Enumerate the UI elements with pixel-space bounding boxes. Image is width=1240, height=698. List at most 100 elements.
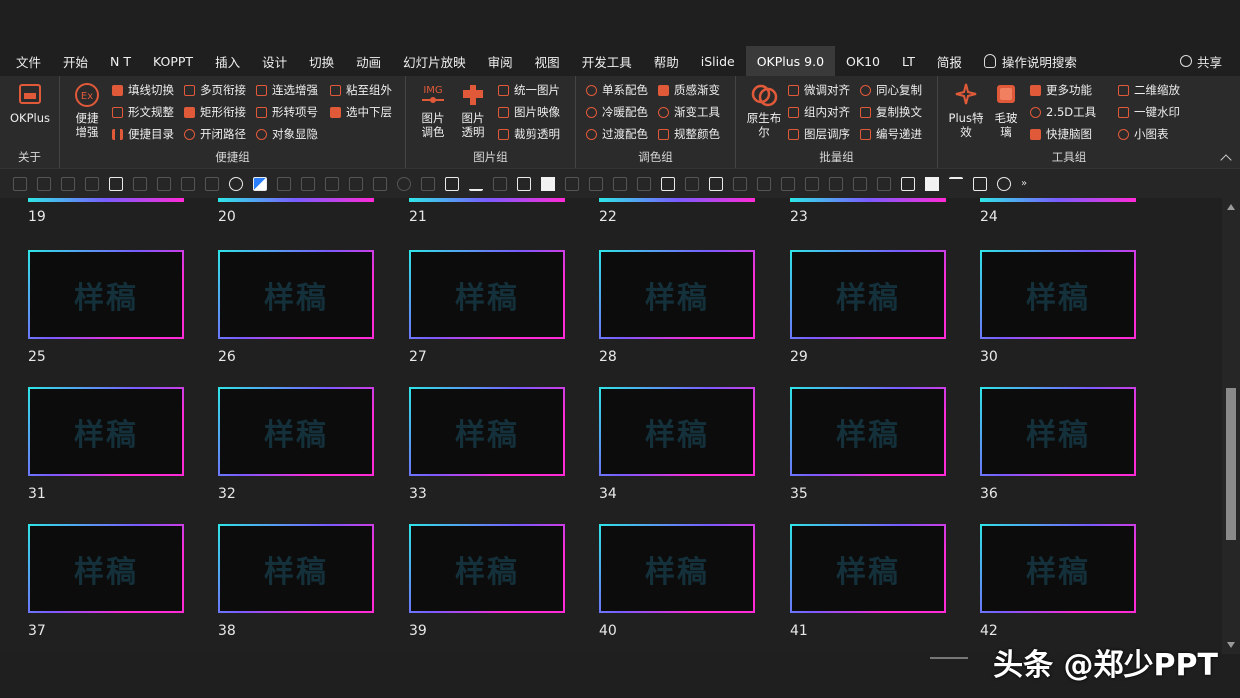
slide-thumbnail[interactable]: 样稿 (409, 387, 565, 476)
toolbar-icon[interactable] (13, 176, 27, 191)
mono-color-button[interactable]: 单系配色 (586, 80, 648, 100)
texture-gradient-button[interactable]: 质感渐变 (658, 80, 720, 100)
slide-thumbnail[interactable]: 样稿 (790, 250, 946, 339)
slide-thumbnail[interactable]: 样稿 (790, 387, 946, 476)
multi-select-button[interactable]: 连选增强 (256, 80, 318, 100)
vertical-scrollbar[interactable] (1222, 198, 1240, 654)
tab-briefing[interactable]: 简报 (926, 46, 973, 76)
select-pane-icon[interactable] (709, 176, 723, 191)
tab-lt[interactable]: LT (891, 46, 926, 76)
slide-thumbnail-partial[interactable] (599, 198, 755, 202)
font-icon[interactable] (133, 176, 147, 191)
toolbar-icon[interactable] (637, 176, 651, 191)
plus-effects-button[interactable]: Plus特效 (946, 82, 986, 139)
slide-thumbnail[interactable]: 样稿 (980, 387, 1136, 476)
quick-toc-button[interactable]: 便捷目录 (112, 124, 174, 144)
multipage-link-button[interactable]: 多页衔接 (184, 80, 246, 100)
merge-icon[interactable] (949, 176, 963, 191)
toolbar-icon[interactable] (181, 176, 195, 191)
collapse-ribbon-icon[interactable] (1220, 154, 1232, 166)
slide-thumbnail[interactable]: 样稿 (28, 250, 184, 339)
tab-islide[interactable]: iSlide (690, 46, 746, 76)
slide-thumbnail[interactable]: 样稿 (28, 387, 184, 476)
format-painter-icon[interactable] (517, 176, 531, 191)
layer-order-button[interactable]: 图层调序 (788, 124, 850, 144)
slide-thumbnail[interactable]: 样稿 (409, 524, 565, 613)
slide-thumbnail-partial[interactable] (980, 198, 1136, 202)
circle-shape-icon[interactable] (229, 176, 243, 191)
tab-view[interactable]: 视图 (524, 46, 571, 76)
picture-color-button[interactable]: IMG 图片调色 (418, 82, 448, 139)
tab-koppt[interactable]: KOPPT (142, 46, 204, 76)
rect-link-button[interactable]: 矩形衔接 (184, 102, 246, 122)
circle-outline-icon[interactable] (997, 176, 1011, 191)
slide-thumbnail[interactable]: 样稿 (599, 524, 755, 613)
slide-thumbnail-partial[interactable] (790, 198, 946, 202)
share-button[interactable]: 共享 (1179, 52, 1240, 71)
slide-thumbnail[interactable]: 样稿 (218, 250, 374, 339)
fill-color-icon[interactable] (253, 176, 267, 191)
2d-scale-button[interactable]: 二维缩放 (1118, 80, 1180, 100)
slide-thumbnail[interactable]: 样稿 (980, 250, 1136, 339)
unify-picture-button[interactable]: 统一图片 (498, 80, 560, 100)
tell-me-search[interactable]: 操作说明搜索 (973, 46, 1088, 76)
text-box-icon[interactable] (109, 176, 123, 191)
slide-thumbnail[interactable]: 样稿 (28, 524, 184, 613)
slide-thumbnail[interactable]: 样稿 (599, 250, 755, 339)
tab-nt[interactable]: N T (99, 46, 142, 76)
copy-shape-icon[interactable] (541, 176, 555, 191)
toolbar-icon[interactable] (37, 176, 51, 191)
white-rect-icon[interactable] (925, 176, 939, 191)
toolbar-icon[interactable] (781, 176, 795, 191)
tab-help[interactable]: 帮助 (643, 46, 690, 76)
group-align-button[interactable]: 组内对齐 (788, 102, 850, 122)
fine-align-button[interactable]: 微调对齐 (788, 80, 850, 100)
text-a-icon[interactable] (469, 177, 483, 191)
table-icon[interactable] (445, 176, 459, 191)
toolbar-icon[interactable] (829, 176, 843, 191)
picture-transparent-button[interactable]: 图片透明 (458, 82, 488, 139)
okplus-button[interactable]: OKPlus (8, 82, 52, 125)
picture-reflect-button[interactable]: 图片映像 (498, 102, 560, 122)
scroll-down-icon[interactable] (1227, 642, 1235, 648)
toolbar-icon[interactable] (589, 176, 603, 191)
toolbar-icon[interactable] (853, 176, 867, 191)
overflow-chevron-icon[interactable]: » (1021, 177, 1035, 191)
picture-icon[interactable] (973, 176, 987, 191)
toolbar-icon[interactable] (757, 176, 771, 191)
slide-thumbnail[interactable]: 样稿 (980, 524, 1136, 613)
toolbar-icon[interactable] (397, 176, 411, 191)
slide-thumbnail[interactable]: 样稿 (218, 524, 374, 613)
slide-thumbnail[interactable]: 样稿 (409, 250, 565, 339)
slide-thumbnail-partial[interactable] (28, 198, 184, 202)
shape-to-number-button[interactable]: 形转项号 (256, 102, 318, 122)
transition-color-button[interactable]: 过渡配色 (586, 124, 648, 144)
tab-transitions[interactable]: 切换 (298, 46, 345, 76)
normalize-color-button[interactable]: 规整颜色 (658, 124, 720, 144)
toolbar-icon[interactable] (733, 176, 747, 191)
toolbar-icon[interactable] (85, 176, 99, 191)
slide-thumbnail[interactable]: 样稿 (218, 387, 374, 476)
toolbar-icon[interactable] (421, 176, 435, 191)
tab-home[interactable]: 开始 (52, 46, 99, 76)
one-click-watermark-button[interactable]: 一键水印 (1118, 102, 1180, 122)
scroll-up-icon[interactable] (1227, 204, 1235, 210)
chart-icon[interactable] (373, 176, 387, 191)
toolbar-icon[interactable] (277, 176, 291, 191)
quick-mindmap-button[interactable]: 快捷脑图 (1030, 124, 1092, 144)
gradient-tool-button[interactable]: 渐变工具 (658, 102, 720, 122)
tab-animations[interactable]: 动画 (345, 46, 392, 76)
tab-ok10[interactable]: OK10 (835, 46, 891, 76)
concentric-copy-button[interactable]: 同心复制 (860, 80, 922, 100)
tab-developer[interactable]: 开发工具 (571, 46, 643, 76)
tab-design[interactable]: 设计 (251, 46, 298, 76)
toolbar-icon[interactable] (301, 176, 315, 191)
toolbar-icon[interactable] (877, 176, 891, 191)
toolbar-icon[interactable] (685, 176, 699, 191)
warm-cool-button[interactable]: 冷暖配色 (586, 102, 648, 122)
2-5d-tool-button[interactable]: 2.5D工具 (1030, 102, 1096, 122)
tab-slideshow[interactable]: 幻灯片放映 (392, 46, 477, 76)
object-visibility-button[interactable]: 对象显隐 (256, 124, 318, 144)
paste-outside-group-button[interactable]: 粘至组外 (330, 80, 392, 100)
number-increment-button[interactable]: 编号递进 (860, 124, 922, 144)
